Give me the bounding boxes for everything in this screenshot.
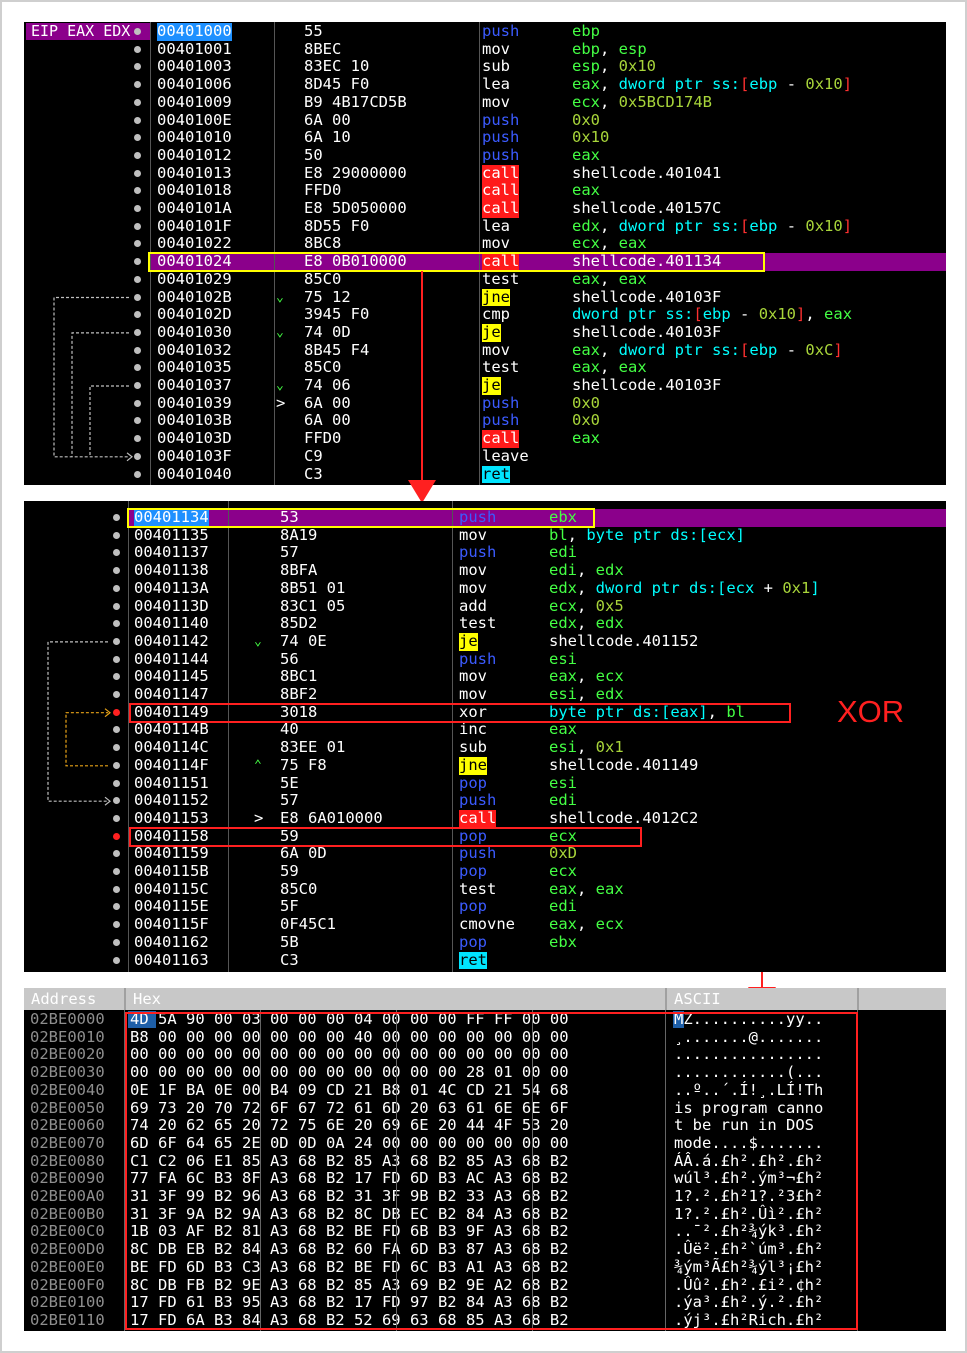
jump-arrows xyxy=(53,296,133,462)
dump-header: Address Hex ASCII xyxy=(24,988,946,1010)
xor-annotation: XOR xyxy=(837,694,905,729)
dump-address[interactable]: 02BE00D0 xyxy=(30,1240,105,1259)
dump-address[interactable]: 02BE00C0 xyxy=(30,1223,105,1241)
dump-address[interactable]: 02BE0010 xyxy=(30,1028,105,1047)
jump-arrow-line xyxy=(89,385,129,457)
disassembly-panel-main: EIP EAX EDX 00401000 55 push ebp 00401001 8BE… xyxy=(24,22,946,485)
memory-dump-panel: Address Hex ASCII 02BE0000 4D 5A 90 00 03… xyxy=(24,988,946,1331)
dump-address[interactable]: 02BE0080 xyxy=(30,1152,105,1171)
dump-address[interactable]: 02BE0100 xyxy=(30,1293,105,1312)
hex-header[interactable]: Hex xyxy=(133,990,161,1008)
dump-address[interactable]: 02BE00A0 xyxy=(30,1187,105,1206)
dump-address[interactable]: 02BE00F0 xyxy=(30,1276,105,1295)
jump-arrow-line xyxy=(47,641,108,802)
dump-address[interactable]: 02BE00E0 xyxy=(30,1258,105,1277)
dump-address[interactable]: 02BE0060 xyxy=(30,1116,105,1135)
dump-address[interactable]: 02BE00B0 xyxy=(30,1205,105,1224)
dump-address[interactable]: 02BE0020 xyxy=(30,1046,105,1064)
dump-address[interactable]: 02BE0040 xyxy=(30,1081,105,1100)
dump-address[interactable]: 02BE0090 xyxy=(30,1170,105,1188)
jump-arrows xyxy=(47,641,111,806)
arrowhead-icon xyxy=(126,452,133,462)
dump-address[interactable]: 02BE0050 xyxy=(30,1099,105,1118)
jump-arrow-line xyxy=(65,712,108,767)
decrypted-pe-box xyxy=(125,1012,858,1330)
dump-address[interactable]: 02BE0030 xyxy=(30,1063,105,1082)
dump-address[interactable]: 02BE0000 xyxy=(30,1010,105,1029)
jump-arrow-line xyxy=(71,332,129,457)
disassembly-panel-decrypt: 00401134 53 push ebx 00401135 8A19 mov bl, byte… xyxy=(24,501,946,972)
jump-arrow-line xyxy=(53,296,129,458)
ascii-header[interactable]: ASCII xyxy=(674,990,721,1008)
dump-address[interactable]: 02BE0110 xyxy=(30,1311,105,1330)
dump-address[interactable]: 02BE0070 xyxy=(30,1134,105,1153)
address-header[interactable]: Address xyxy=(31,990,96,1008)
